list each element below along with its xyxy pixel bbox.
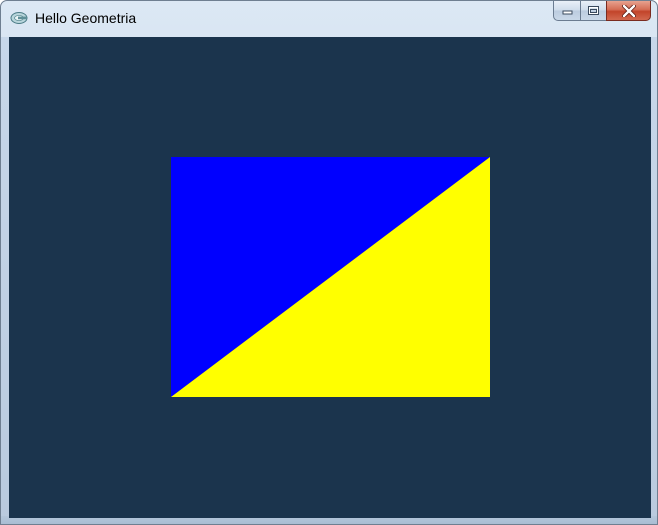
minimize-button[interactable] [553,1,580,21]
close-icon [621,4,636,17]
app-icon[interactable] [10,11,28,25]
title-bar[interactable]: Hello Geometria [1,1,657,37]
maximize-icon [588,6,599,15]
window-title: Hello Geometria [35,10,137,26]
geometry-scene [171,157,490,397]
maximize-button[interactable] [580,1,606,21]
minimize-icon [562,10,572,14]
close-button[interactable] [606,1,651,21]
window-frame-left [1,37,9,524]
caption-buttons [553,1,651,25]
app-window: Hello Geometria [0,0,658,525]
render-canvas[interactable] [9,37,651,518]
